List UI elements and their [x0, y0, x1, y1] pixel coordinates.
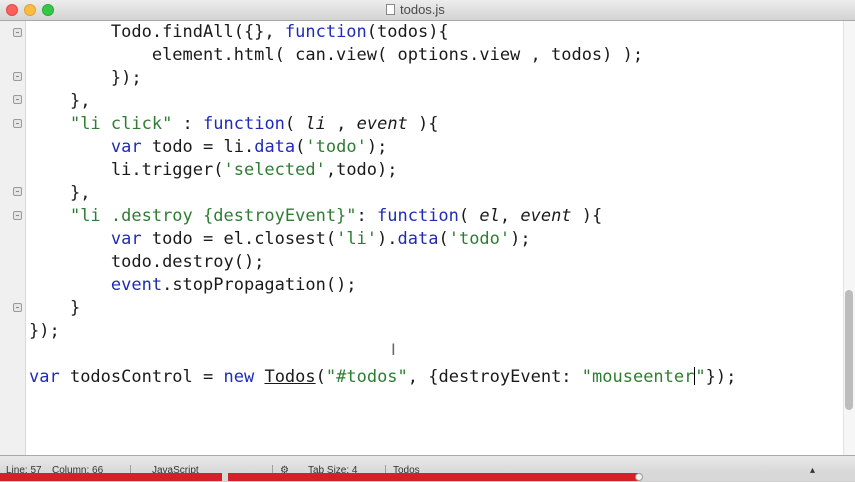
fold-marker-icon[interactable] — [13, 303, 22, 312]
maximize-window-button[interactable] — [42, 4, 54, 16]
code-token: Todo.findAll({}, — [110, 22, 285, 42]
editor-gutter — [0, 21, 26, 455]
code-token: 'selected' — [223, 160, 326, 180]
code-token: li — [305, 114, 326, 134]
code-token: function — [284, 22, 367, 42]
code-token: " — [695, 367, 706, 387]
code-token: element.html( can.view( options.view , t… — [151, 45, 644, 65]
minimize-window-button[interactable] — [24, 4, 36, 16]
code-token: var — [29, 367, 60, 387]
code-token: .stopPropagation(); — [162, 275, 357, 295]
code-token: ); — [510, 229, 531, 249]
code-token: 'todo' — [448, 229, 511, 249]
code-token: ,todo); — [325, 160, 398, 180]
code-line: todo.destroy(); — [29, 251, 265, 274]
video-progress-handle[interactable] — [635, 473, 643, 481]
code-line: }, — [29, 90, 90, 113]
code-token: todo = el.closest( — [141, 229, 337, 249]
code-token: , — [499, 206, 521, 226]
code-token: : — [356, 206, 378, 226]
code-token: el — [479, 206, 500, 226]
code-token: ){ — [407, 114, 439, 134]
code-token: ). — [377, 229, 398, 249]
code-token: todo = li. — [141, 137, 255, 157]
fold-marker-icon[interactable] — [13, 95, 22, 104]
window-title: todos.js — [400, 2, 445, 17]
fold-marker-icon[interactable] — [13, 187, 22, 196]
code-token: var — [110, 137, 142, 157]
code-token: "li .destroy {destroyEvent}" — [69, 206, 357, 226]
code-token: event — [520, 206, 572, 226]
code-token: new — [223, 367, 255, 387]
code-token: 'li' — [336, 229, 378, 249]
code-token: "#todos" — [325, 367, 408, 387]
code-token: 'todo' — [305, 137, 367, 157]
code-token: , — [325, 114, 357, 134]
code-token: function — [377, 206, 459, 226]
code-token: : — [172, 114, 204, 134]
fold-marker-icon[interactable] — [13, 72, 22, 81]
video-progress-played — [228, 473, 638, 481]
code-token: , {destroyEvent: — [407, 367, 582, 387]
code-line: var todosControl = new Todos("#todos", {… — [29, 366, 736, 389]
code-line: li.trigger('selected',todo); — [29, 159, 398, 182]
scrollbar-thumb[interactable] — [845, 290, 853, 410]
code-token: }); — [705, 367, 737, 387]
code-token: todo.destroy(); — [110, 252, 265, 272]
code-line: } — [29, 297, 80, 320]
code-line: "li .destroy {destroyEvent}": function( … — [29, 205, 602, 228]
code-token: li.trigger( — [110, 160, 224, 180]
code-token: function — [203, 114, 285, 134]
code-token: event — [110, 275, 163, 295]
fold-marker-icon[interactable] — [13, 211, 22, 220]
code-token: }); — [110, 68, 142, 88]
code-line: Todo.findAll({}, function(todos){ — [29, 21, 449, 44]
code-token: ( — [438, 229, 449, 249]
code-token: } — [69, 298, 81, 318]
code-line: "li click" : function( li , event ){ — [29, 113, 439, 136]
video-progress-played — [0, 473, 222, 481]
code-token: }, — [69, 183, 91, 203]
code-token: "mouseenter — [581, 367, 695, 387]
code-token: var — [110, 229, 142, 249]
code-token: ( — [295, 137, 306, 157]
code-line: element.html( can.view( options.view , t… — [29, 44, 643, 67]
code-line: var todo = el.closest('li').data('todo')… — [29, 228, 531, 251]
code-line: }, — [29, 182, 90, 205]
code-token: ( — [284, 114, 306, 134]
code-token: (todos){ — [366, 22, 449, 42]
title-bar: todos.js — [0, 0, 855, 21]
code-token: ( — [315, 367, 326, 387]
code-line: }); — [29, 67, 142, 90]
code-line: event.stopPropagation(); — [29, 274, 357, 297]
code-line: }); — [29, 320, 60, 343]
code-token: data — [397, 229, 439, 249]
close-window-button[interactable] — [6, 4, 18, 16]
code-token: todosControl = — [59, 367, 224, 387]
code-token: }); — [29, 321, 60, 341]
code-token: event — [356, 114, 408, 134]
code-token: ){ — [571, 206, 603, 226]
code-token: ( — [458, 206, 480, 226]
code-token: Todos — [264, 367, 316, 387]
code-token: ); — [366, 137, 388, 157]
fold-marker-icon[interactable] — [13, 119, 22, 128]
code-token: }, — [69, 91, 91, 111]
code-token: data — [254, 137, 296, 157]
text-cursor-icon: I — [391, 340, 396, 359]
code-token: "li click" — [69, 114, 173, 134]
document-icon — [386, 4, 395, 15]
fold-marker-icon[interactable] — [13, 28, 22, 37]
code-line: var todo = li.data('todo'); — [29, 136, 387, 159]
